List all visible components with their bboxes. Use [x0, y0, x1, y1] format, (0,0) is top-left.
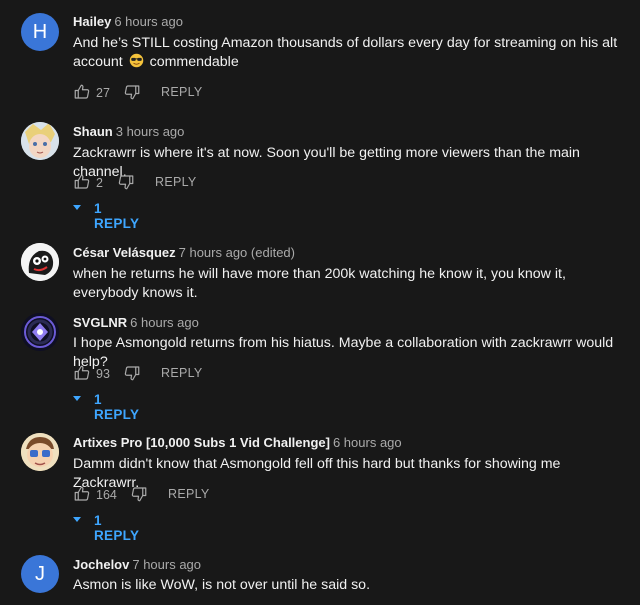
comment-text: I hope Asmongold returns from his hiatus… — [73, 335, 614, 370]
thumbs-down-icon[interactable] — [123, 83, 141, 101]
thumbs-up-icon[interactable] — [73, 173, 91, 191]
comment-time[interactable]: 7 hours ago (edited) — [179, 245, 295, 260]
thumbs-down-icon[interactable] — [123, 364, 141, 382]
cartoon-avatar-icon — [21, 433, 59, 471]
comment-header: Shaun 3 hours ago — [73, 124, 184, 139]
like-count: 164 — [96, 488, 117, 502]
author-name[interactable]: Hailey — [73, 14, 111, 29]
author-name[interactable]: SVGLNR — [73, 315, 127, 330]
comment-header: SVGLNR 6 hours ago — [73, 315, 199, 330]
comment-header: César Velásquez 7 hours ago (edited) — [73, 245, 295, 260]
avatar[interactable] — [21, 243, 59, 281]
reply-button[interactable]: REPLY — [155, 175, 197, 189]
comment-time[interactable]: 7 hours ago — [132, 557, 201, 572]
like-count: 2 — [96, 176, 103, 190]
author-name[interactable]: Shaun — [73, 124, 113, 139]
logo-avatar-icon — [21, 313, 59, 351]
comment-text: Damm didn't know that Asmongold fell off… — [73, 456, 561, 491]
comment-text: Asmon is like WoW, is not over until he … — [73, 577, 371, 593]
reply-button[interactable]: REPLY — [161, 85, 203, 99]
author-name[interactable]: César Velásquez — [73, 245, 176, 260]
avatar[interactable]: J — [21, 555, 59, 593]
author-name[interactable]: Artixes Pro [10,000 Subs 1 Vid Challenge… — [73, 435, 330, 450]
caret-down-icon — [73, 517, 81, 522]
sunglasses-emoji-icon — [129, 53, 143, 68]
comment-time[interactable]: 6 hours ago — [333, 435, 402, 450]
replies-label: 1 REPLY — [94, 513, 140, 543]
avatar[interactable] — [21, 122, 59, 160]
comment-time[interactable]: 6 hours ago — [130, 315, 199, 330]
comment-text-part: commendable — [149, 54, 239, 70]
avatar[interactable] — [21, 433, 59, 471]
comment-text: when he returns he will have more than 2… — [73, 266, 566, 301]
replies-label: 1 REPLY — [94, 392, 140, 422]
caret-down-icon — [73, 205, 81, 210]
thumbs-up-icon[interactable] — [73, 364, 91, 382]
comment-time[interactable]: 6 hours ago — [114, 14, 183, 29]
comment-text: And he’s STILL costing Amazon thousands … — [73, 34, 622, 72]
replies-label: 1 REPLY — [94, 201, 140, 231]
thumbs-up-icon[interactable] — [73, 485, 91, 503]
cartoon-avatar-icon — [21, 243, 59, 281]
comment-header: Jochelov 7 hours ago — [73, 557, 201, 572]
avatar-letter: J — [35, 562, 45, 585]
author-name[interactable]: Jochelov — [73, 557, 129, 572]
avatar[interactable]: H — [21, 13, 59, 51]
comment-header: Artixes Pro [10,000 Subs 1 Vid Challenge… — [73, 435, 402, 450]
avatar[interactable] — [21, 313, 59, 351]
anime-avatar-icon — [21, 122, 59, 160]
thumbs-down-icon[interactable] — [117, 173, 135, 191]
caret-down-icon — [73, 396, 81, 401]
like-count: 27 — [96, 86, 110, 100]
thumbs-up-icon[interactable] — [73, 83, 91, 101]
thumbs-down-icon[interactable] — [130, 485, 148, 503]
reply-button[interactable]: REPLY — [161, 366, 203, 380]
comment-header: Hailey 6 hours ago — [73, 14, 183, 29]
comment-time[interactable]: 3 hours ago — [116, 124, 185, 139]
like-count: 93 — [96, 367, 110, 381]
avatar-letter: H — [32, 20, 48, 43]
reply-button[interactable]: REPLY — [168, 487, 210, 501]
